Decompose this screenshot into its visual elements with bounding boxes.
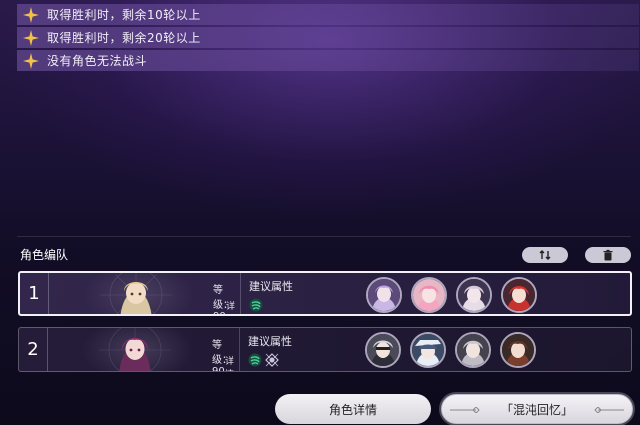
swap-icon [539,246,551,265]
details-label: 详情 [226,302,236,312]
condition-row-3: 没有角色无法战斗 [17,50,639,71]
trash-icon [602,246,614,265]
condition-text: 没有角色无法战斗 [47,54,148,68]
star-icon [23,29,39,46]
condition-row-2: 取得胜利时，剩余20轮以上 [17,27,639,48]
attr-label: 建议属性 [248,335,292,348]
lineup-title: 角色编队 [20,248,69,262]
character-avatar[interactable] [411,277,447,313]
delete-team-button[interactable] [585,247,631,263]
wind-icon [249,297,263,316]
recommended-attributes: 建议属性 [240,273,361,314]
character-avatar[interactable] [365,332,401,368]
wind-icon [248,352,262,371]
character-avatar[interactable] [456,277,492,313]
ornament-right-icon [594,407,624,413]
character-avatar[interactable] [501,277,537,313]
swap-teams-button[interactable] [522,247,568,263]
memory-of-chaos-label: 「混沌回忆」 [500,402,573,417]
memory-of-chaos-button[interactable]: 「混沌回忆」 [441,394,633,424]
details-label: 详情 [225,357,235,371]
team-number: 2 [19,328,48,371]
team-leader-portrait[interactable]: 等级：90 详情 › [49,328,235,371]
star-icon [23,52,39,69]
team-slot-2[interactable]: 2 等级：90 详情 › 建议属性 [18,327,632,372]
character-avatar[interactable] [366,277,402,313]
attr-label: 建议属性 [249,280,293,293]
ornament-left-icon [450,407,480,413]
character-avatar[interactable] [500,332,536,368]
condition-text: 取得胜利时，剩余20轮以上 [47,31,201,45]
details-link[interactable]: 详情 › [226,299,236,314]
team-number: 1 [20,273,49,314]
divider [17,236,631,237]
condition-text: 取得胜利时，剩余10轮以上 [47,8,201,22]
character-avatar[interactable] [455,332,491,368]
team-leader-portrait[interactable]: 等级：90 详情 › [50,273,236,314]
condition-row-1: 取得胜利时，剩余10轮以上 [17,4,639,25]
star-icon [23,6,39,23]
details-link[interactable]: 详情 › [225,354,235,371]
team-slot-1[interactable]: 1 等级：90 详情 › 建议属性 [18,271,632,316]
character-avatar[interactable] [410,332,446,368]
recommended-attributes: 建议属性 [239,328,360,371]
quantum-icon [265,352,279,371]
character-details-button[interactable]: 角色详情 [275,394,431,424]
